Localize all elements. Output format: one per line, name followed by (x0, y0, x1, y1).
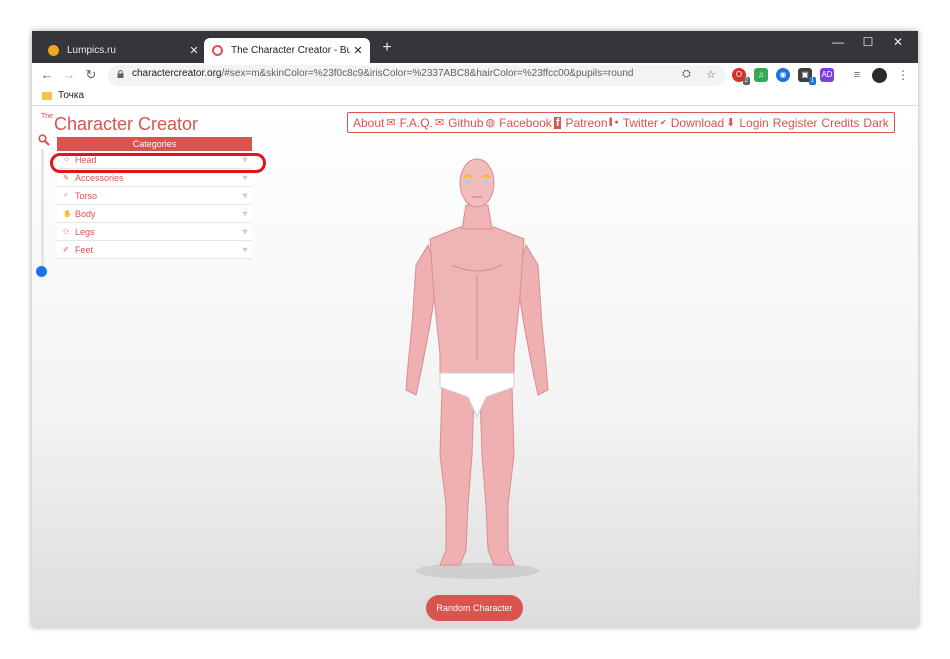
github-icon: ◍ (485, 117, 496, 129)
category-label: Accessories (75, 172, 124, 183)
mail-icon: ✉ (386, 117, 396, 129)
translate-icon[interactable]: ⛭ (682, 68, 691, 81)
nav-login[interactable]: Login (739, 116, 768, 130)
tab-character-creator[interactable]: The Character Creator - Build visu ✕ (204, 38, 370, 63)
nav-github[interactable]: Github ◍ (448, 116, 495, 130)
back-button[interactable]: ← (38, 66, 56, 84)
nav-faq[interactable]: F.A.Q. ✉ (400, 116, 445, 130)
maximize-button[interactable]: ☐ (858, 35, 878, 49)
music-icon[interactable]: ♫ (754, 68, 768, 82)
category-body[interactable]: ✋ Body ▿ (57, 205, 252, 223)
tab-strip: Lumpics.ru ✕ The Character Creator - Bui… (32, 31, 918, 63)
download-icon: ⬇ (726, 117, 736, 129)
twitter-icon: ✔ (660, 118, 667, 127)
lumpics-favicon-icon (48, 45, 59, 56)
character-figure[interactable] (402, 155, 552, 580)
ext-icon[interactable]: AD (820, 68, 834, 82)
avatar[interactable] (872, 68, 887, 83)
url-host: charactercreator.org (132, 68, 222, 79)
browser-window: Lumpics.ru ✕ The Character Creator - Bui… (32, 31, 918, 627)
category-label: Feet (75, 244, 94, 255)
expand-icon: ▿ (242, 191, 247, 200)
feet-icon: ✐ (63, 246, 69, 254)
tab-lumpics[interactable]: Lumpics.ru ✕ (40, 38, 206, 63)
category-label: Torso (75, 190, 98, 201)
search-icon[interactable] (38, 134, 50, 146)
left-leg (439, 386, 475, 566)
page-content: The Character Creator About ✉ F.A.Q. ✉ Git… (32, 107, 918, 627)
expand-icon: ▿ (242, 173, 247, 182)
facebook-icon: f (553, 116, 562, 129)
zoom-slider-handle[interactable] (36, 266, 47, 277)
category-legs[interactable]: ⚇ Legs ▿ (57, 223, 252, 241)
menu-dots-icon[interactable]: ⋮ (894, 66, 912, 84)
torso-icon: ♂ (63, 192, 69, 199)
body-icon: ✋ (63, 210, 72, 218)
head (459, 158, 495, 208)
address-bar[interactable]: charactercreator.org/#sex=m&skinColor=%2… (108, 65, 726, 86)
legs-icon: ⚇ (63, 228, 70, 236)
category-feet[interactable]: ✐ Feet ▿ (57, 241, 252, 259)
nav-credits[interactable]: Credits (821, 116, 859, 130)
zoom-slider-track[interactable] (41, 149, 44, 267)
tab-title: The Character Creator - Build visu (231, 45, 350, 56)
new-tab-button[interactable]: + (378, 39, 396, 57)
star-icon[interactable]: ☆ (706, 68, 716, 81)
expand-icon: ▿ (242, 227, 247, 236)
nav-twitter[interactable]: Twitter ✔ (623, 116, 667, 130)
folder-icon (42, 91, 52, 100)
right-eye (483, 180, 489, 184)
bookmarks-bar: Точка (32, 88, 918, 106)
globe-icon[interactable]: ◉ (776, 68, 790, 82)
head-highlight-annotation (50, 153, 266, 173)
minimize-button[interactable]: — (828, 35, 848, 49)
right-leg (479, 386, 515, 566)
nav-download[interactable]: Download ⬇ (671, 116, 736, 130)
nav-facebook[interactable]: Facebook f (499, 116, 562, 130)
logo-the: The (41, 113, 54, 120)
expand-icon: ▿ (242, 245, 247, 254)
accessories-icon: ✎ (63, 174, 69, 182)
opera-icon[interactable]: O2 (732, 68, 750, 85)
character-creator-favicon-icon (212, 45, 223, 56)
mail-icon: ✉ (434, 117, 445, 129)
nav-about[interactable]: About ✉ (353, 116, 396, 130)
category-torso[interactable]: ♂ Torso ▿ (57, 187, 252, 205)
neck (461, 204, 493, 230)
left-eye (465, 180, 471, 184)
nav-register[interactable]: Register (773, 116, 818, 130)
reading-list-icon[interactable]: ≡ (848, 66, 866, 84)
category-label: Body (75, 208, 96, 219)
patreon-icon: ▌● (609, 119, 619, 126)
category-label: Legs (75, 226, 95, 237)
box-icon[interactable]: ▣ 1 (798, 68, 816, 85)
nav-dark[interactable]: Dark (863, 116, 888, 130)
tab-title: Lumpics.ru (67, 45, 116, 56)
url-path: /#sex=m&skinColor=%23f0c8c9&irisColor=%2… (221, 68, 634, 79)
random-character-button[interactable]: Random Character (426, 595, 523, 621)
categories-title: Categories (57, 137, 252, 151)
nav-patreon[interactable]: Patreon ▌● (565, 116, 618, 130)
close-tab-icon[interactable]: ✕ (350, 44, 366, 57)
bookmark-tochka[interactable]: Точка (42, 90, 84, 101)
close-window-button[interactable]: ✕ (888, 35, 908, 49)
bookmark-label: Точка (58, 90, 85, 101)
figure-shadow (415, 563, 539, 579)
url-text: charactercreator.org/#sex=m&skinColor=%2… (132, 68, 634, 79)
lock-icon (117, 70, 124, 78)
browser-toolbar: ← → ↻ charactercreator.org/#sex=m&skinCo… (32, 63, 918, 88)
close-tab-icon[interactable]: ✕ (186, 44, 202, 57)
top-navigation: About ✉ F.A.Q. ✉ Github ◍ Facebook f Patreon… (347, 112, 895, 133)
logo-name: Character Creator (54, 114, 199, 134)
expand-icon: ▿ (242, 209, 247, 218)
forward-button[interactable]: → (60, 66, 78, 84)
reload-button[interactable]: ↻ (82, 66, 100, 84)
